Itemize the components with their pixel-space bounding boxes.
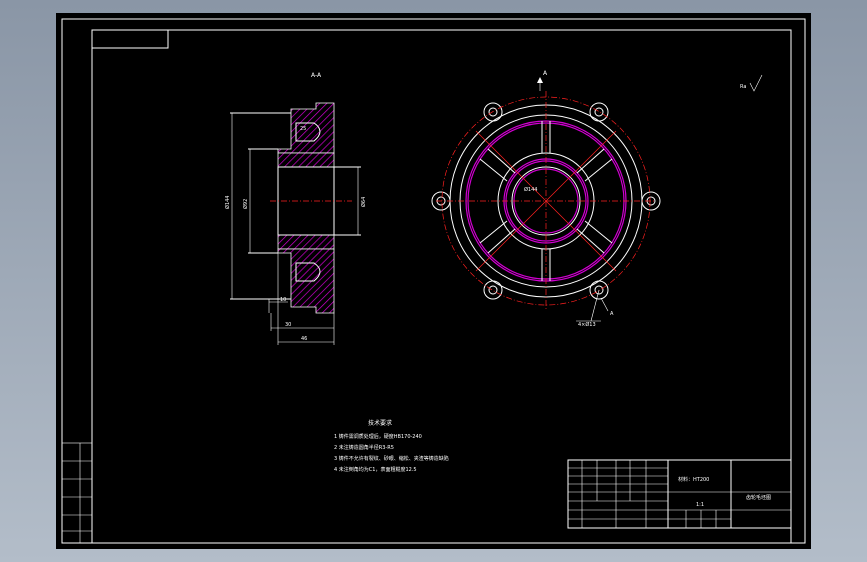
- sheet-outer-border: [61, 18, 806, 544]
- dim-bore: Ø144: [524, 186, 537, 193]
- roughness-symbol: Ra: [740, 74, 763, 92]
- scale-value: 1:1: [696, 502, 704, 508]
- cad-viewport[interactable]: A-A Ø144 Ø92 Ø64 25 10 30 46 A Ø144 4×Ø1…: [56, 13, 811, 549]
- tech-req-1: 1 铸件需调质处理后，硬度HB170-240: [334, 433, 422, 440]
- view-arrow-bottom: A: [610, 311, 614, 317]
- dim-inner: Ø64: [360, 197, 367, 207]
- technical-requirements: 技术要求 1 铸件需调质处理后，硬度HB170-240 2 未注铸造圆角半径R3…: [334, 419, 449, 473]
- dim-30: 30: [285, 322, 291, 328]
- dim-46: 46: [301, 336, 307, 342]
- sheet-inner-frame: [91, 29, 792, 544]
- tech-req-4: 4 未注倒角均为C1，表面粗糙度12.5: [334, 466, 417, 473]
- dim-outer: Ø144: [224, 196, 231, 209]
- part-name: 齿轮毛坯图: [746, 494, 771, 501]
- front-view: A Ø144 4×Ø13 A: [431, 70, 661, 328]
- tech-req-2: 2 未注铸造圆角半径R3-R5: [334, 444, 394, 451]
- view-arrow-label: A: [543, 70, 548, 77]
- top-left-code-box: [91, 29, 169, 49]
- section-view: A-A Ø144 Ø92 Ø64 25 10 30 46: [224, 72, 367, 345]
- dim-10: 10: [280, 297, 286, 303]
- section-label: A-A: [311, 72, 322, 79]
- drawing-canvas: A-A Ø144 Ø92 Ø64 25 10 30 46 A Ø144 4×Ø1…: [61, 18, 806, 544]
- tech-req-3: 3 铸件不允许有裂纹、砂眼、缩松、夹渣等铸造缺陷: [334, 455, 449, 462]
- dim-mid: Ø92: [242, 199, 249, 209]
- dim-height: 25: [300, 126, 306, 132]
- holes-callout: 4×Ø13: [578, 321, 596, 328]
- title-block: 材料：HT200 齿轮毛坯图 1:1: [567, 459, 792, 529]
- svg-text:Ra: Ra: [740, 84, 746, 90]
- tech-req-title: 技术要求: [368, 419, 392, 427]
- material-label: 材料：HT200: [678, 476, 709, 483]
- left-stamp-column: [61, 442, 93, 544]
